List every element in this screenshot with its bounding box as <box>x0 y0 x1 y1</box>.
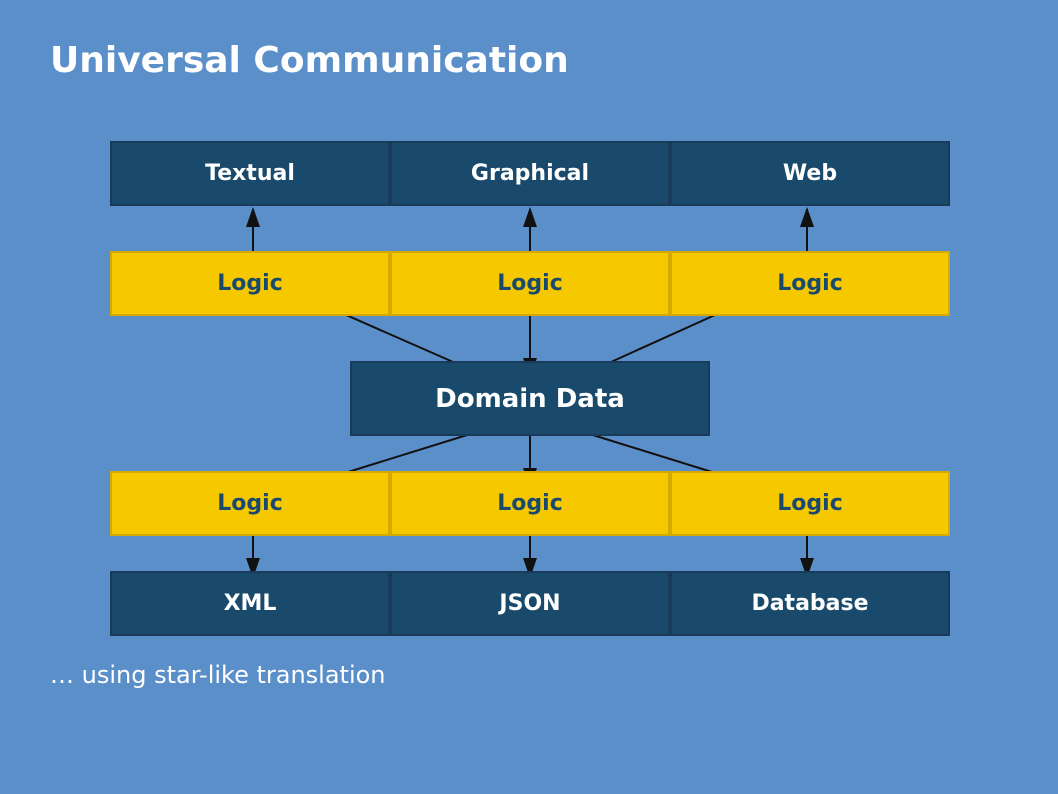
xml-node: XML <box>110 571 390 636</box>
slide-title: Universal Communication <box>50 40 1008 81</box>
slide-subtitle: … using star-like translation <box>50 661 1008 689</box>
graphical-node: Graphical <box>390 141 670 206</box>
textual-node: Textual <box>110 141 390 206</box>
database-node: Database <box>670 571 950 636</box>
logic-bot-mid-node: Logic <box>390 471 670 536</box>
diagram-area: Textual Graphical Web Logic Logic Logic … <box>50 121 1008 641</box>
logic-bot-right-node: Logic <box>670 471 950 536</box>
logic-bot-left-node: Logic <box>110 471 390 536</box>
logic-top-left-node: Logic <box>110 251 390 316</box>
json-node: JSON <box>390 571 670 636</box>
logic-top-right-node: Logic <box>670 251 950 316</box>
logic-top-mid-node: Logic <box>390 251 670 316</box>
slide: Universal Communication <box>0 0 1058 794</box>
domain-data-node: Domain Data <box>350 361 710 436</box>
web-node: Web <box>670 141 950 206</box>
